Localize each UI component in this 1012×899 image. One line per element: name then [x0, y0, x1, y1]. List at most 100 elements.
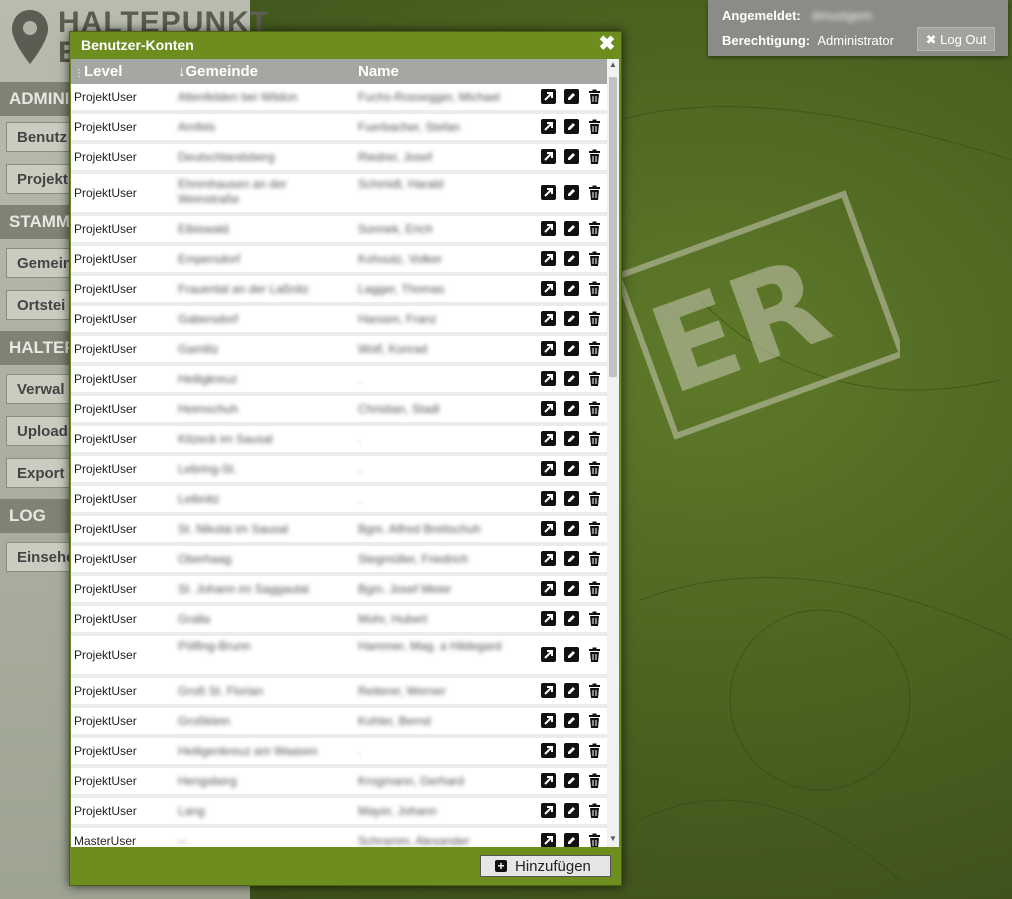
scroll-thumb[interactable]	[609, 77, 617, 377]
edit-pencil-icon[interactable]	[564, 401, 579, 416]
trash-icon[interactable]	[587, 89, 602, 104]
open-external-icon[interactable]	[541, 803, 556, 818]
open-external-icon[interactable]	[541, 647, 556, 662]
open-external-icon[interactable]	[541, 221, 556, 236]
trash-icon[interactable]	[587, 401, 602, 416]
open-external-icon[interactable]	[541, 611, 556, 626]
open-external-icon[interactable]	[541, 89, 556, 104]
trash-icon[interactable]	[587, 341, 602, 356]
table-row: ProjektUser St. Nikolai im Sausal Bgm. Alf…	[71, 516, 607, 546]
trash-icon[interactable]	[587, 833, 602, 847]
trash-icon[interactable]	[587, 431, 602, 446]
table-row: ProjektUser Gabersdorf Hansen, Franz	[71, 306, 607, 336]
edit-pencil-icon[interactable]	[564, 221, 579, 236]
scroll-down-icon[interactable]: ▼	[607, 833, 619, 845]
trash-icon[interactable]	[587, 521, 602, 536]
open-external-icon[interactable]	[541, 149, 556, 164]
edit-pencil-icon[interactable]	[564, 647, 579, 662]
add-user-button[interactable]: + Hinzufügen	[480, 855, 611, 877]
cell-level: ProjektUser	[74, 582, 137, 596]
row-actions	[541, 803, 605, 819]
open-external-icon[interactable]	[541, 311, 556, 326]
cell-level: ProjektUser	[74, 492, 137, 506]
open-external-icon[interactable]	[541, 281, 556, 296]
trash-icon[interactable]	[587, 311, 602, 326]
trash-icon[interactable]	[587, 491, 602, 506]
open-external-icon[interactable]	[541, 833, 556, 847]
edit-pencil-icon[interactable]	[564, 341, 579, 356]
edit-pencil-icon[interactable]	[564, 713, 579, 728]
edit-pencil-icon[interactable]	[564, 149, 579, 164]
trash-icon[interactable]	[587, 185, 602, 200]
edit-pencil-icon[interactable]	[564, 281, 579, 296]
trash-icon[interactable]	[587, 461, 602, 476]
trash-icon[interactable]	[587, 773, 602, 788]
table-scrollbar[interactable]: ▲ ▼	[607, 59, 619, 847]
cell-level: ProjektUser	[74, 774, 137, 788]
edit-pencil-icon[interactable]	[564, 581, 579, 596]
open-external-icon[interactable]	[541, 521, 556, 536]
edit-pencil-icon[interactable]	[564, 89, 579, 104]
open-external-icon[interactable]	[541, 461, 556, 476]
edit-pencil-icon[interactable]	[564, 803, 579, 818]
open-external-icon[interactable]	[541, 185, 556, 200]
open-external-icon[interactable]	[541, 431, 556, 446]
open-external-icon[interactable]	[541, 683, 556, 698]
open-external-icon[interactable]	[541, 119, 556, 134]
logged-in-row: Angemeldet: dmustgem	[722, 8, 872, 23]
cell-name: Sonnek, Erich	[358, 222, 433, 236]
edit-pencil-icon[interactable]	[564, 743, 579, 758]
scroll-up-icon[interactable]: ▲	[607, 59, 619, 71]
edit-pencil-icon[interactable]	[564, 773, 579, 788]
trash-icon[interactable]	[587, 251, 602, 266]
trash-icon[interactable]	[587, 371, 602, 386]
cell-level: ProjektUser	[74, 744, 137, 758]
column-header-gemeinde[interactable]: ↓Gemeinde	[178, 63, 258, 80]
open-external-icon[interactable]	[541, 773, 556, 788]
edit-pencil-icon[interactable]	[564, 311, 579, 326]
edit-pencil-icon[interactable]	[564, 521, 579, 536]
trash-icon[interactable]	[587, 683, 602, 698]
edit-pencil-icon[interactable]	[564, 491, 579, 506]
trash-icon[interactable]	[587, 221, 602, 236]
edit-pencil-icon[interactable]	[564, 251, 579, 266]
cell-level: ProjektUser	[74, 432, 137, 446]
table-row: ProjektUser Lebring-St..	[71, 456, 607, 486]
dialog-title: Benutzer-Konten	[81, 37, 194, 53]
trash-icon[interactable]	[587, 713, 602, 728]
edit-pencil-icon[interactable]	[564, 185, 579, 200]
edit-pencil-icon[interactable]	[564, 461, 579, 476]
trash-icon[interactable]	[587, 743, 602, 758]
edit-pencil-icon[interactable]	[564, 119, 579, 134]
trash-icon[interactable]	[587, 551, 602, 566]
column-header-level[interactable]: ⋮Level	[74, 63, 122, 80]
trash-icon[interactable]	[587, 281, 602, 296]
table-row: ProjektUser Ehrenhausen an der Weinstraße…	[71, 174, 607, 216]
edit-pencil-icon[interactable]	[564, 611, 579, 626]
open-external-icon[interactable]	[541, 251, 556, 266]
open-external-icon[interactable]	[541, 401, 556, 416]
trash-icon[interactable]	[587, 581, 602, 596]
edit-pencil-icon[interactable]	[564, 431, 579, 446]
column-header-name[interactable]: Name	[358, 63, 399, 80]
row-actions	[541, 311, 605, 327]
open-external-icon[interactable]	[541, 491, 556, 506]
table-row: ProjektUser Altenfelden bei Wildon Fuchs-R…	[71, 84, 607, 114]
edit-pencil-icon[interactable]	[564, 371, 579, 386]
edit-pencil-icon[interactable]	[564, 833, 579, 847]
trash-icon[interactable]	[587, 611, 602, 626]
open-external-icon[interactable]	[541, 371, 556, 386]
trash-icon[interactable]	[587, 647, 602, 662]
trash-icon[interactable]	[587, 803, 602, 818]
trash-icon[interactable]	[587, 119, 602, 134]
trash-icon[interactable]	[587, 149, 602, 164]
open-external-icon[interactable]	[541, 341, 556, 356]
open-external-icon[interactable]	[541, 551, 556, 566]
close-icon[interactable]: ✖	[597, 34, 617, 54]
edit-pencil-icon[interactable]	[564, 683, 579, 698]
logout-button[interactable]: ✖ Log Out	[917, 27, 995, 51]
open-external-icon[interactable]	[541, 713, 556, 728]
open-external-icon[interactable]	[541, 743, 556, 758]
edit-pencil-icon[interactable]	[564, 551, 579, 566]
open-external-icon[interactable]	[541, 581, 556, 596]
